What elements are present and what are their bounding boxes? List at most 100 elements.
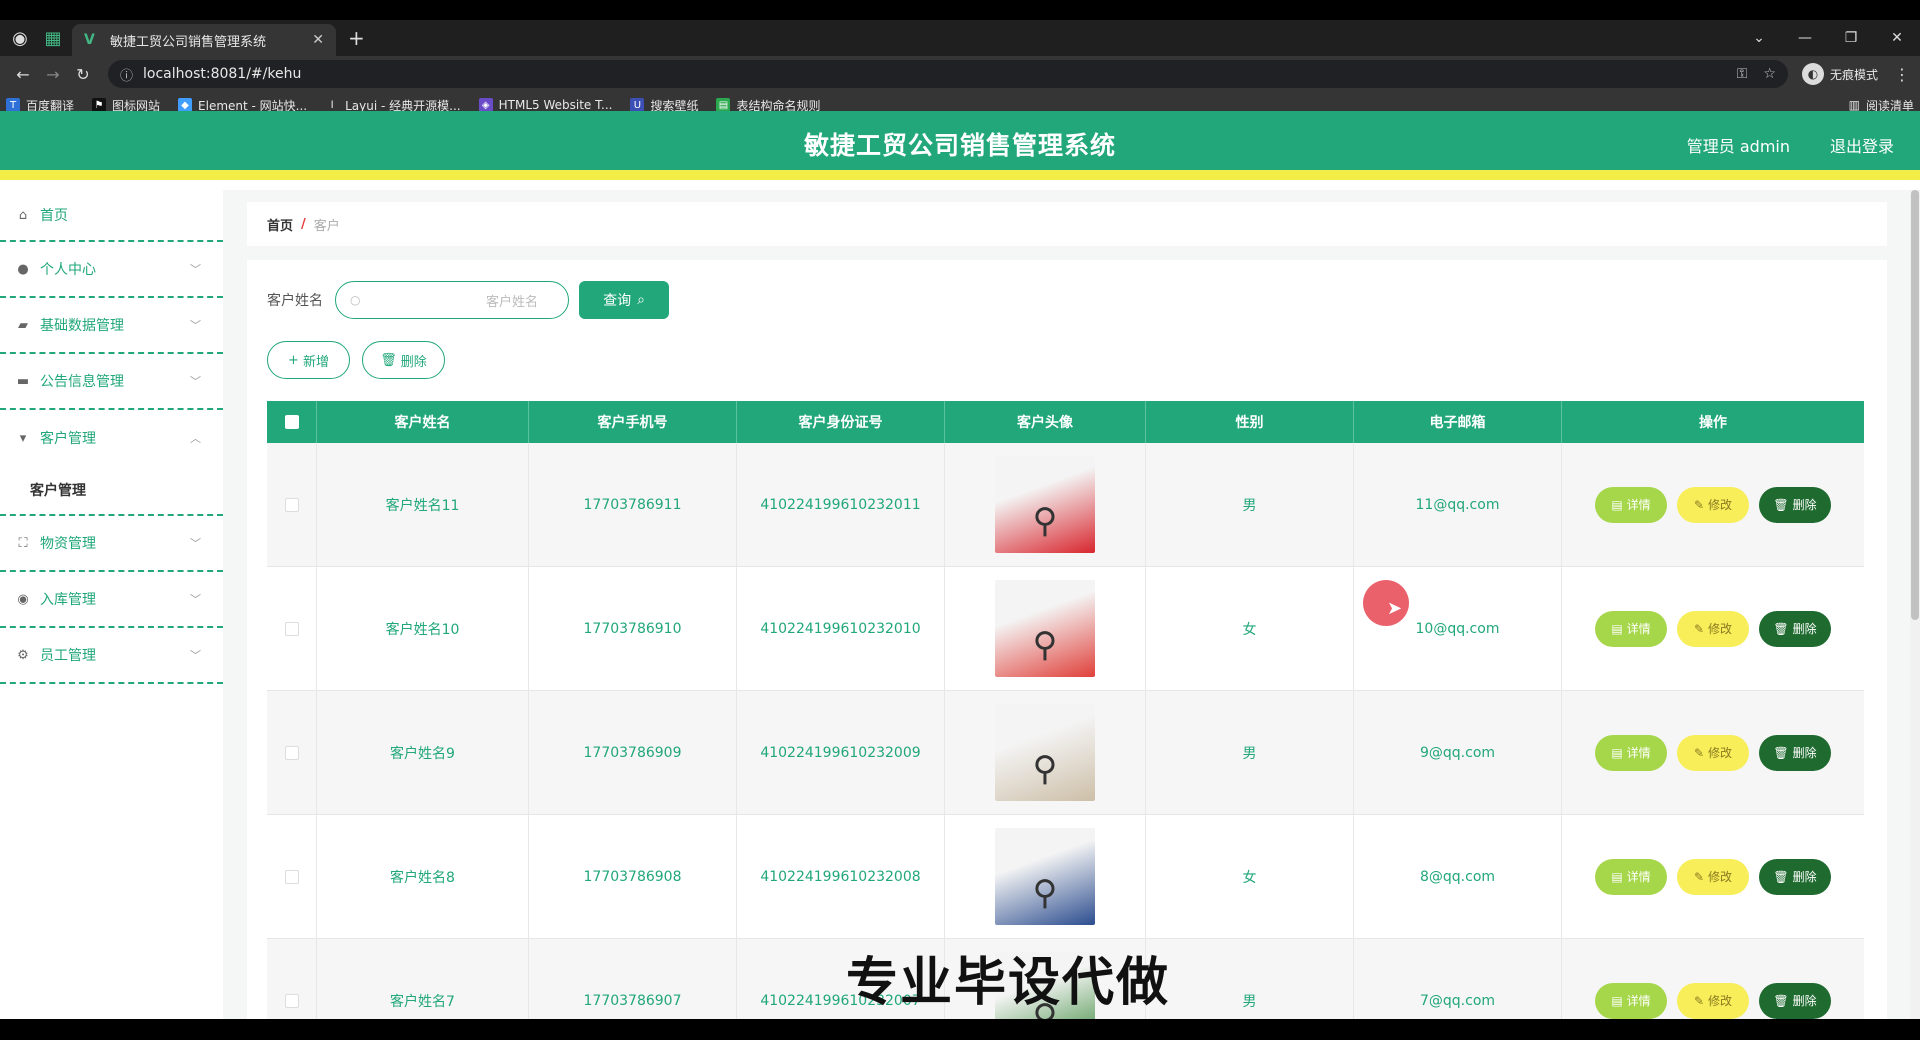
scrollbar-thumb[interactable]	[1911, 190, 1919, 620]
query-button[interactable]: 查询 ⌕	[579, 281, 669, 319]
forward-icon[interactable]: →	[38, 65, 68, 84]
select-all-cell	[267, 401, 317, 443]
current-user: 管理员 admin	[1686, 137, 1790, 156]
edit-icon: ✎	[1693, 497, 1705, 512]
cell-avatar: ⚲	[945, 815, 1146, 938]
sidebar-item-customer[interactable]: ▾ 客户管理 ︿	[0, 410, 223, 466]
watermark-text: 专业毕设代做	[846, 953, 1171, 1013]
sidebar-item-basic-data[interactable]: ▰ 基础数据管理 ﹀	[0, 298, 223, 354]
element-icon: ◆	[178, 98, 193, 112]
cell-phone: 17703786909	[529, 691, 737, 814]
cell-idcard: 410224199610232009	[737, 691, 945, 814]
browser-tab-active[interactable]: V 敏捷工贸公司销售管理系统 ✕	[72, 24, 336, 56]
chevron-down-icon[interactable]: ⌄	[1736, 30, 1782, 46]
url-field[interactable]: ⓘ localhost:8081/#/kehu ⚿ ☆	[108, 60, 1788, 88]
batch-delete-button[interactable]: 🗑 删除	[362, 341, 445, 379]
logout-link[interactable]: 退出登录	[1830, 133, 1894, 157]
edit-button[interactable]: ✎ 修改	[1677, 486, 1749, 523]
sidebar: ⌂ 首页 ● 个人中心 ﹀ ▰ 基础数据管理 ﹀ ▬ 公告信息管理 ﹀ ▾ 客户…	[0, 190, 223, 1019]
cell-email: 7@qq.com	[1354, 939, 1562, 1019]
bookmark-item[interactable]: ◈ HTML5 Website T...	[478, 98, 612, 112]
search-input[interactable]: ○ 客户姓名	[335, 281, 569, 319]
sidebar-item-personal[interactable]: ● 个人中心 ﹀	[0, 242, 223, 298]
trash-icon: 🗑	[1773, 869, 1789, 884]
edit-button[interactable]: ✎ 修改	[1677, 734, 1749, 771]
action-bar: + 新增 🗑 删除	[267, 341, 445, 379]
customer-avatar[interactable]: ⚲	[995, 580, 1095, 677]
minimize-icon[interactable]: —	[1782, 30, 1828, 46]
add-button[interactable]: + 新增	[267, 341, 350, 379]
table-row: 客户姓名10 17703786910 410224199610232010 ⚲ 女 10@…	[267, 567, 1864, 691]
screen-top-bar	[0, 0, 1920, 20]
edit-button[interactable]: ✎ 修改	[1677, 858, 1749, 895]
tab-title: 敏捷工贸公司销售管理系统	[110, 34, 267, 50]
sidebar-item-stock[interactable]: ◉ 入库管理 ﹀	[0, 572, 223, 628]
product-image-icon: ⚲	[1032, 873, 1058, 913]
new-tab-icon[interactable]: +	[336, 26, 377, 56]
sidebar-item-home[interactable]: ⌂ 首页	[0, 190, 223, 242]
detail-button[interactable]: ▤ 详情	[1595, 610, 1667, 647]
reload-icon[interactable]: ↻	[68, 65, 98, 84]
cell-email: 11@qq.com	[1354, 443, 1562, 566]
page-scrollbar[interactable]	[1910, 190, 1920, 1020]
row-checkbox[interactable]	[284, 745, 299, 760]
customer-avatar[interactable]: ⚲	[995, 828, 1095, 925]
customer-avatar[interactable]: ⚲	[995, 704, 1095, 801]
customer-avatar[interactable]: ⚲	[995, 456, 1095, 553]
info-icon[interactable]: ⓘ	[120, 65, 133, 84]
edit-button[interactable]: ✎ 修改	[1677, 982, 1749, 1019]
close-window-icon[interactable]: ✕	[1874, 30, 1920, 46]
trash-icon: 🗑	[1773, 993, 1789, 1008]
detail-button[interactable]: ▤ 详情	[1595, 734, 1667, 771]
edit-icon: ✎	[1693, 869, 1705, 884]
cell-customer-name: 客户姓名11	[317, 443, 529, 566]
browser-menu-icon[interactable]: ◉	[0, 20, 40, 56]
edit-button[interactable]: ✎ 修改	[1677, 610, 1749, 647]
url-text: localhost:8081/#/kehu	[143, 66, 302, 82]
delete-button[interactable]: 🗑 删除	[1759, 858, 1831, 895]
detail-button[interactable]: ▤ 详情	[1595, 486, 1667, 523]
more-menu-icon[interactable]: ⋮	[1892, 65, 1912, 84]
home-icon: ⌂	[18, 207, 28, 223]
app-header: 敏捷工贸公司销售管理系统 管理员 admin 退出登录	[0, 111, 1920, 180]
star-icon[interactable]: ☆	[1763, 66, 1776, 82]
click-indicator	[1363, 580, 1409, 626]
row-checkbox[interactable]	[284, 869, 299, 884]
delete-button[interactable]: 🗑 删除	[1759, 486, 1831, 523]
sidebar-item-goods[interactable]: ⛶ 物资管理 ﹀	[0, 516, 223, 572]
product-image-icon: ⚲	[1032, 749, 1058, 789]
column-header: 客户姓名	[317, 401, 529, 443]
column-header: 客户手机号	[529, 401, 737, 443]
key-icon[interactable]: ⚿	[1737, 66, 1748, 82]
incognito-profile[interactable]: ◐ 无痕模式	[1801, 63, 1878, 85]
delete-button[interactable]: 🗑 删除	[1759, 610, 1831, 647]
sidebar-item-staff[interactable]: ⚙ 员工管理 ﹀	[0, 628, 223, 684]
close-icon[interactable]: ✕	[312, 32, 324, 48]
search-icon: ⌕	[637, 292, 645, 308]
vue-favicon-icon: V	[84, 32, 95, 48]
cell-operations: ▤ 详情 ✎ 修改 🗑 删除	[1562, 691, 1864, 814]
sidebar-subitem-customer[interactable]: 客户管理	[0, 466, 223, 516]
detail-button[interactable]: ▤ 详情	[1595, 858, 1667, 895]
cell-operations: ▤ 详情 ✎ 修改 🗑 删除	[1562, 567, 1864, 690]
column-header: 性别	[1146, 401, 1354, 443]
select-all-checkbox[interactable]	[284, 415, 299, 429]
row-select-cell	[267, 815, 317, 938]
detail-button[interactable]: ▤ 详情	[1595, 982, 1667, 1019]
tab-search-icon[interactable]: ▦	[40, 20, 66, 56]
row-select-cell	[267, 939, 317, 1019]
row-checkbox[interactable]	[284, 621, 299, 636]
row-checkbox[interactable]	[284, 497, 299, 512]
reading-list-icon: ▥	[1848, 98, 1860, 112]
breadcrumb-home[interactable]: 首页	[267, 215, 293, 234]
row-checkbox[interactable]	[284, 993, 299, 1008]
plus-icon: +	[288, 352, 299, 368]
delete-button[interactable]: 🗑 删除	[1759, 734, 1831, 771]
sidebar-item-notice[interactable]: ▬ 公告信息管理 ﹀	[0, 354, 223, 410]
back-icon[interactable]: ←	[8, 65, 38, 84]
delete-button[interactable]: 🗑 删除	[1759, 982, 1831, 1019]
cell-avatar: ⚲	[945, 567, 1146, 690]
browser-tabstrip: ◉ ▦ V 敏捷工贸公司销售管理系统 ✕ + ⌄ — ❐ ✕	[0, 20, 1920, 56]
main-content: 首页 / 客户 客户姓名 ○ 客户姓名 查询 ⌕ + 新增 🗑 删除 客户姓名 …	[223, 190, 1920, 1019]
restore-icon[interactable]: ❐	[1828, 30, 1874, 46]
